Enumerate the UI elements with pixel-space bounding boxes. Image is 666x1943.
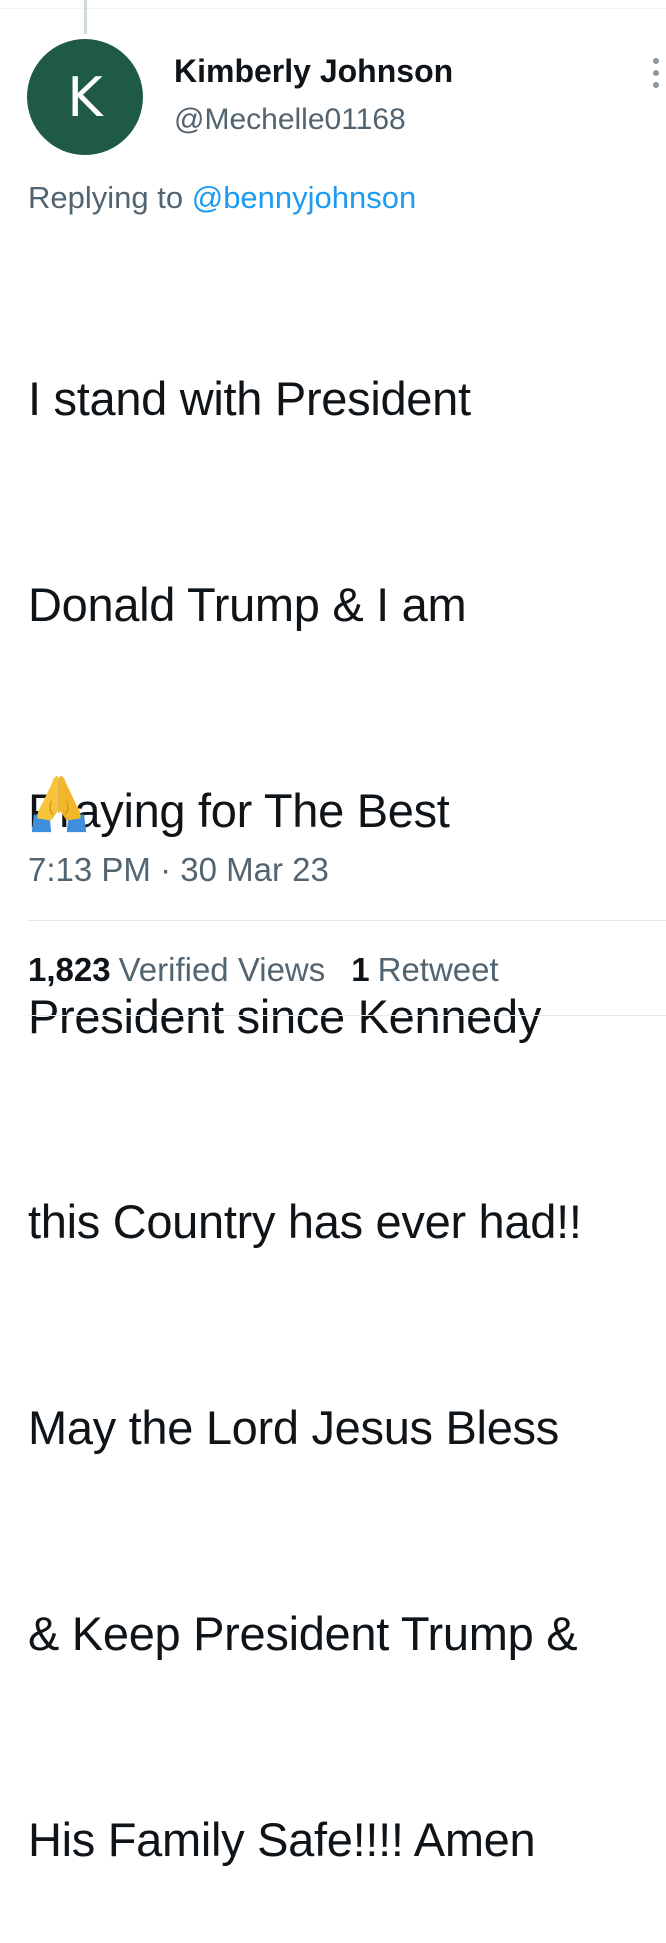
avatar[interactable]: K [27,39,143,155]
tweet-timestamp[interactable]: 7:13 PM · 30 Mar 23 [28,848,329,892]
tweet-text-line: I stand with President [28,372,471,426]
author-block: Kimberly Johnson @Mechelle01168 [174,52,453,142]
views-count: 1,823 [28,951,111,988]
replying-to-line: Replying to @bennyjohnson [28,178,416,218]
tweet-text-line: Donald Trump & I am [28,577,467,631]
tweet-text-line: His Family Safe!!!! Amen [28,1812,536,1866]
views-label: Verified Views [118,951,326,988]
tweet-header: K Kimberly Johnson @Mechelle01168 [0,0,666,170]
retweets-label: Retweet [377,951,499,988]
more-dot [653,82,659,88]
retweets-stat[interactable]: 1 Retweet [351,948,498,992]
replying-to-label: Replying to [28,180,192,215]
retweets-count: 1 [351,951,370,988]
tweet-text-line: & Keep President Trump & [28,1606,578,1660]
stats-bottom-divider [28,1015,666,1016]
more-options-icon[interactable] [652,58,660,88]
avatar-initial: K [67,65,103,129]
stats-top-divider [28,920,666,921]
folded-hands-icon [31,775,87,833]
tweet-text-line: Praying for The Best [28,783,450,837]
more-dot [653,58,659,64]
more-dot [653,70,659,76]
tweet-text-line: this Country has ever had!! [28,1195,582,1249]
tweet-stats-bar: 1,823 Verified Views 1 Retweet [28,948,499,992]
reply-mention-link[interactable]: @bennyjohnson [192,180,417,215]
author-display-name[interactable]: Kimberly Johnson [174,52,453,90]
tweet-text-line: May the Lord Jesus Bless [28,1401,559,1455]
author-handle[interactable]: @Mechelle01168 [174,98,453,142]
tweet-text: I stand with President Donald Trump & I … [28,228,666,1943]
tweet-text-line: President since Kennedy [28,989,542,1043]
views-stat[interactable]: 1,823 Verified Views [28,948,325,992]
